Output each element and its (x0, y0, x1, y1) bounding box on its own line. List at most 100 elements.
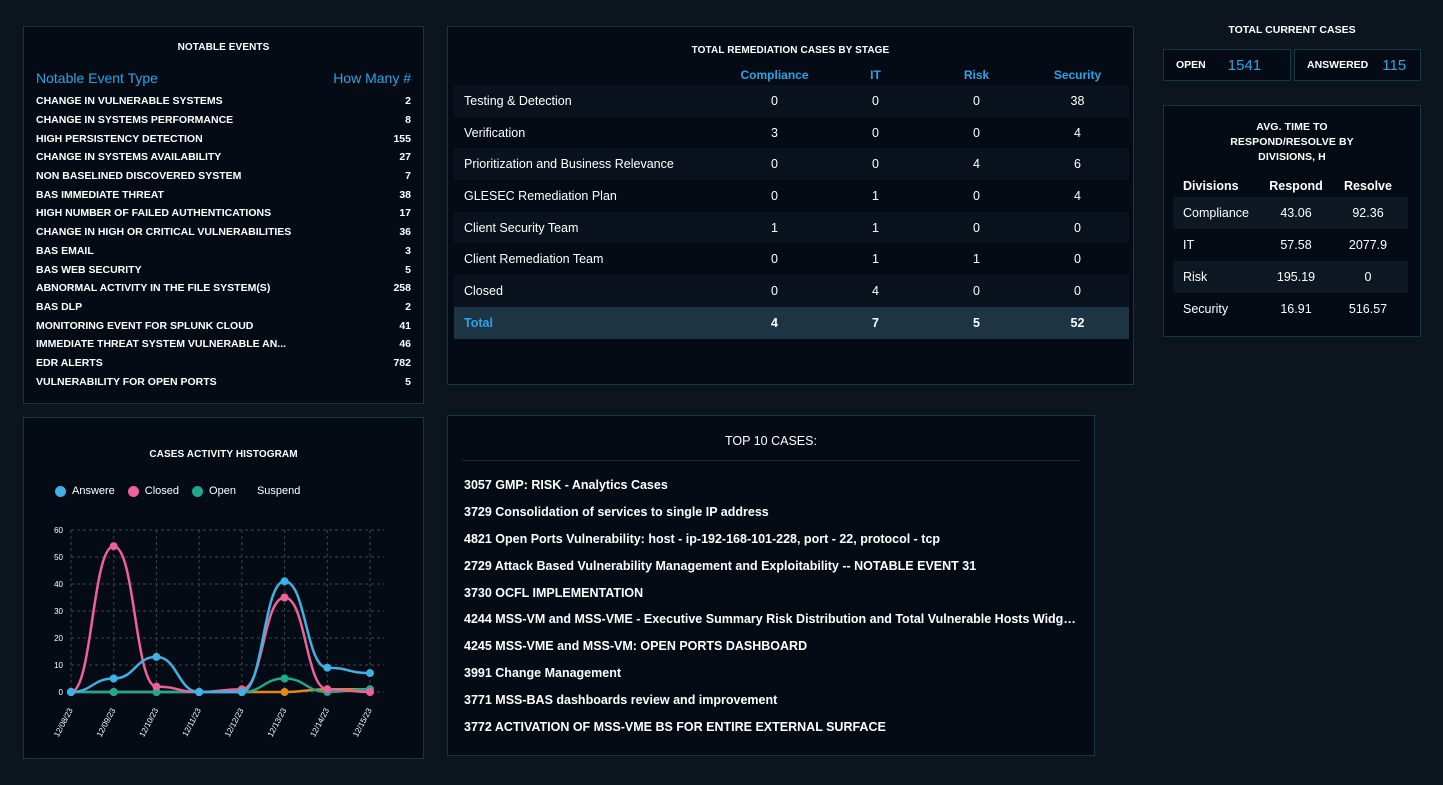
notable-event-row[interactable]: BAS EMAIL 3 (36, 242, 411, 261)
how-many-header[interactable]: How Many # (333, 70, 411, 86)
it-header[interactable]: IT (825, 68, 926, 82)
top-case-item[interactable]: 2729 Attack Based Vulnerability Manageme… (464, 559, 1079, 586)
stage-value-risk: 0 (973, 283, 980, 298)
remediation-row[interactable]: Testing & Detection 0 0 0 38 (454, 85, 1129, 117)
y-tick-label: 50 (54, 553, 63, 562)
stage-value-it: 0 (872, 125, 879, 140)
notable-event-name: BAS EMAIL (36, 244, 94, 257)
notable-event-row[interactable]: EDR ALERTS 782 (36, 354, 411, 373)
top-case-item[interactable]: 3991 Change Management (464, 666, 1079, 693)
y-tick-label: 60 (54, 526, 63, 535)
total-compliance: 4 (771, 315, 778, 330)
notable-events-header: Notable Event Type How Many # (36, 70, 411, 86)
notable-event-name: ABNORMAL ACTIVITY IN THE FILE SYSTEM(S) (36, 282, 271, 295)
divisions-header[interactable]: Divisions (1173, 179, 1256, 193)
top-case-item[interactable]: 3057 GMP: RISK - Analytics Cases (464, 478, 1079, 505)
data-point-answere (195, 688, 204, 696)
resolve-value: 2077.9 (1348, 238, 1388, 252)
stage-value-risk: 0 (973, 188, 980, 203)
top-case-item[interactable]: 3772 ACTIVATION OF MSS-VME BS FOR ENTIRE… (464, 720, 1079, 747)
open-cases-card[interactable]: OPEN 1541 (1163, 49, 1291, 81)
top-case-item[interactable]: 4244 MSS-VM and MSS-VME - Executive Summ… (464, 612, 1079, 639)
top-case-item[interactable]: 3729 Consolidation of services to single… (464, 505, 1079, 532)
notable-event-row[interactable]: BAS DLP 2 (36, 298, 411, 317)
notable-event-row[interactable]: HIGH PERSISTENCY DETECTION 155 (36, 129, 411, 148)
stage-value-risk: 1 (973, 252, 980, 267)
total-label: Total (464, 315, 493, 330)
data-point-closed (280, 593, 289, 602)
notable-event-row[interactable]: VULNERABILITY FOR OPEN PORTS 5 (36, 372, 411, 391)
stage-name: Client Security Team (464, 220, 579, 235)
notable-event-row[interactable]: BAS IMMEDIATE THREAT 38 (36, 185, 411, 204)
x-tick-label: 12/09/23 (95, 706, 118, 738)
data-point-answere (366, 669, 374, 678)
avg-time-row[interactable]: Security 16.91 516.57 (1173, 293, 1408, 325)
data-point-closed (109, 542, 118, 551)
notable-event-name: VULNERABILITY FOR OPEN PORTS (36, 375, 217, 388)
remediation-row[interactable]: Closed 0 4 0 0 (454, 275, 1129, 307)
answered-label: ANSWERED (1307, 59, 1369, 71)
notable-event-row[interactable]: HIGH NUMBER OF FAILED AUTHENTICATIONS 17 (36, 204, 411, 223)
notable-event-name: CHANGE IN VULNERABLE SYSTEMS (36, 95, 223, 108)
notable-event-name: BAS WEB SECURITY (36, 263, 142, 276)
notable-event-count: 3 (405, 244, 411, 257)
resolve-header[interactable]: Resolve (1336, 179, 1400, 193)
top10-list: 3057 GMP: RISK - Analytics Cases 3729 Con… (464, 478, 1094, 747)
notable-event-count: 782 (393, 356, 411, 369)
security-header[interactable]: Security (1027, 68, 1128, 82)
x-tick-label: 12/12/23 (223, 706, 246, 738)
top-case-item[interactable]: 4821 Open Ports Vulnerability: host - ip… (464, 532, 1079, 559)
data-point-answere (67, 688, 75, 696)
notable-event-row[interactable]: CHANGE IN SYSTEMS PERFORMANCE 8 (36, 111, 411, 130)
notable-event-row[interactable]: CHANGE IN HIGH OR CRITICAL VULNERABILITI… (36, 223, 411, 242)
remediation-row[interactable]: Prioritization and Business Relevance 0 0 4… (454, 148, 1129, 181)
notable-events-list: CHANGE IN VULNERABLE SYSTEMS 2 CHANGE IN S… (24, 92, 423, 391)
compliance-header[interactable]: Compliance (724, 68, 825, 82)
top-case-item[interactable]: 3771 MSS-BAS dashboards review and impro… (464, 693, 1079, 720)
respond-value: 43.06 (1280, 206, 1312, 220)
notable-event-row[interactable]: CHANGE IN SYSTEMS AVAILABILITY 27 (36, 148, 411, 167)
notable-event-row[interactable]: MONITORING EVENT FOR SPLUNK CLOUD 41 (36, 316, 411, 335)
avg-time-row[interactable]: Risk 195.19 0 (1173, 261, 1408, 293)
respond-header[interactable]: Respond (1256, 179, 1336, 193)
remediation-row[interactable]: Client Remediation Team 0 1 1 0 (454, 243, 1129, 275)
notable-event-row[interactable]: ABNORMAL ACTIVITY IN THE FILE SYSTEM(S) 2… (36, 279, 411, 298)
risk-header[interactable]: Risk (926, 68, 1027, 82)
division-name: Compliance (1183, 206, 1250, 220)
notable-event-name: BAS DLP (36, 300, 83, 313)
notable-event-row[interactable]: BAS WEB SECURITY 5 (36, 260, 411, 279)
avg-time-row[interactable]: IT 57.58 2077.9 (1173, 229, 1408, 261)
notable-event-row[interactable]: CHANGE IN VULNERABLE SYSTEMS 2 (36, 92, 411, 111)
histogram-panel: CASES ACTIVITY HISTOGRAM Answere Closed … (23, 417, 424, 759)
top-case-item[interactable]: 4245 MSS-VME and MSS-VM: OPEN PORTS DASH… (464, 639, 1079, 666)
stage-value-compliance: 0 (771, 93, 778, 108)
total-current-cases-title: TOTAL CURRENT CASES (1228, 24, 1356, 36)
avg-time-row[interactable]: Compliance 43.06 92.36 (1173, 197, 1408, 229)
notable-event-count: 5 (405, 263, 411, 276)
notable-event-row[interactable]: IMMEDIATE THREAT SYSTEM VULNERABLE AN...… (36, 335, 411, 354)
stage-value-security: 4 (1074, 188, 1081, 203)
avg-time-panel: AVG. TIME TO RESPOND/RESOLVE BY DIVISION… (1163, 105, 1421, 337)
notable-event-row[interactable]: NON BASELINED DISCOVERED SYSTEM 7 (36, 167, 411, 186)
notable-event-type-header[interactable]: Notable Event Type (36, 70, 158, 86)
stage-value-compliance: 0 (771, 283, 778, 298)
data-point-answere (323, 663, 332, 672)
stage-value-compliance: 1 (771, 220, 778, 235)
stage-value-compliance: 0 (771, 188, 778, 203)
top-case-item[interactable]: 3730 OCFL IMPLEMENTATION (464, 586, 1079, 613)
y-tick-label: 20 (54, 634, 63, 643)
resolve-value: 0 (1364, 270, 1372, 284)
notable-event-count: 38 (399, 188, 411, 201)
remediation-row[interactable]: GLESEC Remediation Plan 0 1 0 4 (454, 180, 1129, 212)
remediation-row[interactable]: Client Security Team 1 1 0 0 (454, 211, 1129, 244)
answered-cases-card[interactable]: ANSWERED 115 (1294, 49, 1421, 81)
stage-value-compliance: 0 (771, 157, 778, 172)
y-tick-label: 10 (54, 661, 63, 670)
data-point-answere (237, 688, 246, 696)
stage-name: Verification (464, 125, 526, 140)
cases-activity-chart: 0 10 20 30 40 50 60 12/08/23 12/09/23 12/10/23 12/… (52, 526, 384, 738)
notable-event-name: CHANGE IN SYSTEMS AVAILABILITY (36, 151, 222, 164)
data-point-open (109, 688, 118, 696)
remediation-row[interactable]: Verification 3 0 0 4 (454, 117, 1129, 149)
stage-value-risk: 0 (973, 125, 980, 140)
